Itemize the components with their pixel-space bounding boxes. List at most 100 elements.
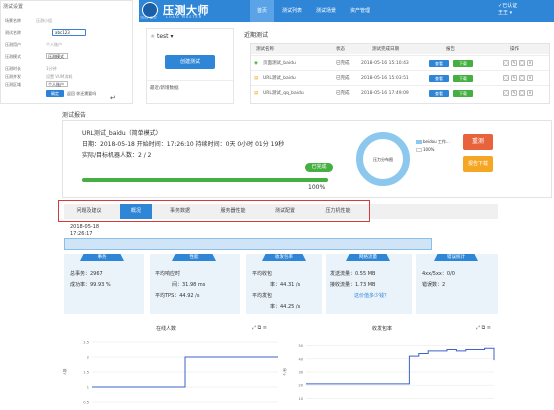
tabs-highlight-box — [58, 200, 370, 222]
report-machines: 实际/目标机器人数：2 / 2 — [82, 152, 152, 159]
test-name-cell[interactable]: URL测试_qq_baidu — [263, 86, 304, 101]
status-badge: 已完成 — [305, 163, 333, 172]
test-name-cell[interactable]: URL测试_baidu — [263, 71, 296, 86]
nav-home[interactable]: 首页 — [250, 0, 274, 22]
donut-label: 压力分布图 — [373, 157, 393, 162]
stat-line: 成功率：99.93 % — [70, 282, 111, 288]
start-icon[interactable]: ○ — [503, 90, 509, 96]
settings-value: 设置 VUM消耗 — [46, 74, 73, 79]
copy-icon[interactable]: ⧉ — [482, 325, 486, 331]
delete-icon[interactable]: ✕ — [527, 60, 533, 66]
stat-card-title: 事务 — [80, 254, 124, 261]
y-tick-label: 20 — [299, 384, 303, 388]
y-tick-label: 2 — [87, 356, 89, 360]
date-cell: 2018-05-16 17:49:09 — [361, 91, 409, 96]
chevron-down-icon: ▾ — [508, 10, 513, 16]
settings-value: 1分钟 — [46, 66, 57, 71]
copy-icon[interactable]: ⧉ — [258, 325, 262, 331]
status-cell: 已完成 — [336, 61, 350, 66]
view-report-button[interactable]: 查看 — [429, 60, 449, 67]
stat-line: 平均TPS：44.92 /s — [155, 293, 200, 299]
delete-icon[interactable]: ✕ — [527, 75, 533, 81]
stat-card-title: 网络流量 — [346, 254, 390, 261]
copy-icon[interactable]: ▢ — [519, 90, 525, 96]
stat-line: 间：31.98 ms — [172, 282, 206, 288]
nav-test-scenes[interactable]: 测试场景 — [311, 0, 341, 22]
edit-icon[interactable]: ✎ — [511, 60, 517, 66]
view-report-button[interactable]: 查看 — [429, 75, 449, 82]
legend-swatch — [416, 148, 422, 152]
test-card-name[interactable]: test ▾ — [157, 33, 173, 40]
start-icon[interactable]: ○ — [503, 75, 509, 81]
star-icon[interactable]: ★ — [150, 33, 155, 40]
chart-tools: ⤢ ⧉ ≡ — [476, 325, 491, 331]
stat-card-title: 收发包率 — [262, 254, 306, 261]
mode-select[interactable]: 压测模式 — [46, 53, 68, 59]
menu-icon[interactable]: ≡ — [263, 325, 267, 331]
y-tick-label: 30 — [299, 371, 303, 375]
online-users-chart: 人数 0.5 1 1.5 2 2.5 — [62, 341, 278, 405]
test-name-cell[interactable]: 页面测试_baidu — [263, 56, 296, 71]
copy-icon[interactable]: ▢ — [519, 60, 525, 66]
nav-assets[interactable]: 资产管理 — [345, 0, 375, 22]
view-report-button[interactable]: 查看 — [429, 90, 449, 97]
edit-icon[interactable]: ✎ — [511, 75, 517, 81]
y-tick-label: 40 — [299, 357, 303, 361]
cost-info-link[interactable]: 这价值多少钱？ — [354, 292, 389, 299]
help-link[interactable]: 返回 你还需要吗 — [67, 91, 96, 97]
expand-icon[interactable]: ⤢ — [476, 325, 480, 331]
region-select[interactable]: 个人账户 — [46, 81, 68, 87]
test-type-icon: ◉ — [254, 61, 258, 66]
create-test-button[interactable]: 创建测试 — [165, 55, 215, 69]
edit-icon[interactable]: ✎ — [511, 90, 517, 96]
ok-button[interactable]: 确定 — [46, 90, 64, 97]
table-row: ▤ URL测试_qq_baidu 已完成 2018-05-16 17:49:09… — [251, 85, 549, 100]
delete-icon[interactable]: ✕ — [527, 90, 533, 96]
time-range-slider[interactable] — [64, 238, 432, 250]
stat-line: 总事务：2967 — [70, 271, 103, 277]
chevron-down-icon: ▾ — [170, 33, 174, 40]
retest-button[interactable]: 重测 — [463, 134, 493, 150]
logo-caption: TEST BOT — [140, 16, 158, 20]
settings-title: 测试设置 — [3, 4, 24, 10]
time-range-date: 2018-05-18 — [70, 224, 100, 230]
user-status: 已认证 — [502, 3, 518, 9]
y-tick-label: 10 — [299, 397, 303, 401]
series-line — [306, 347, 495, 385]
y-axis-label: 人数 — [62, 368, 67, 376]
user-name: 王王 — [498, 10, 509, 16]
table-row: ▤ URL测试_baidu 已完成 2018-05-16 15:03:51 查看… — [251, 70, 549, 85]
copy-icon[interactable]: ▢ — [519, 75, 525, 81]
column-header: 报告 — [446, 47, 455, 52]
settings-value[interactable]: 个人账户 — [46, 42, 62, 48]
menu-icon[interactable]: ≡ — [487, 325, 491, 331]
stat-line: 错误数：2 — [422, 282, 446, 288]
stat-line: 发送流量：0.55 MB — [330, 271, 376, 277]
user-menu[interactable]: ✓已认证 王王 ▾ — [498, 3, 517, 17]
test-card-footer[interactable]: 最近/新增数据 — [150, 85, 179, 91]
nav-test-list[interactable]: 测试列表 — [277, 0, 307, 22]
packet-rate-chart: 个/秒 10 20 30 40 50 — [282, 344, 495, 401]
y-tick-label: 2.5 — [83, 341, 89, 345]
table-header — [251, 44, 549, 54]
legend-label: beidou 工作... — [423, 139, 450, 144]
progress-fill — [82, 178, 328, 182]
y-tick-label: 0.5 — [83, 401, 89, 405]
test-name-input[interactable]: abc123 — [52, 29, 86, 36]
settings-label: 场景名称 — [5, 18, 21, 23]
progress-label: 100% — [308, 184, 326, 191]
download-report-button[interactable]: 下载 — [453, 90, 473, 97]
stat-line: 平均收包 — [252, 271, 273, 277]
start-icon[interactable]: ○ — [503, 60, 509, 66]
status-cell: 已完成 — [336, 91, 350, 96]
report-download-button[interactable]: 报告下载 — [463, 156, 493, 172]
report-test-name: URL测试_baidu（简单模式） — [82, 130, 162, 137]
download-report-button[interactable]: 下载 — [453, 60, 473, 67]
download-report-button[interactable]: 下载 — [453, 75, 473, 82]
settings-label: 压测并发 — [5, 74, 21, 79]
expand-icon[interactable]: ⤢ — [252, 325, 256, 331]
column-header: 测试名称 — [256, 47, 274, 52]
report-date-line: 日期：2018-05-18 开始时间：17:26:10 持续时间：0天 0小时 … — [82, 141, 285, 148]
chart-tools: ⤢ ⧉ ≡ — [252, 325, 267, 331]
report-section-title: 测试报告 — [62, 112, 87, 119]
